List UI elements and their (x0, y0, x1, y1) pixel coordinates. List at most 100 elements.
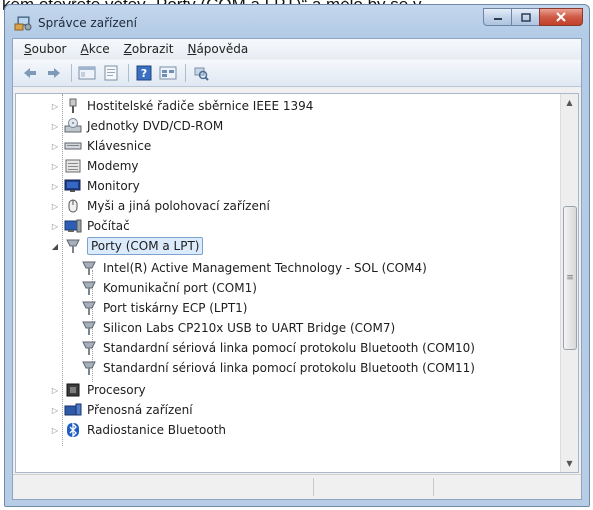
console-tree-button[interactable] (76, 62, 98, 84)
tree-category-dvd[interactable]: ▷ Jednotky DVD/CD-ROM (50, 116, 223, 136)
scan-hardware-button[interactable] (190, 62, 212, 84)
status-bar-divider (433, 478, 434, 496)
tree-device-item[interactable]: Standardní sériová linka pomocí protokol… (80, 358, 475, 378)
device-tree[interactable]: ▷ Hostitelské řadiče sběrnice IEEE 1394 … (15, 93, 579, 473)
back-button[interactable] (19, 62, 41, 84)
tree-category-label: Modemy (87, 159, 139, 173)
scan-hardware-icon (194, 67, 209, 81)
expand-arrow-icon[interactable]: ▷ (50, 426, 60, 435)
port-icon (64, 238, 82, 254)
scroll-thumb[interactable]: ≡ (563, 206, 577, 350)
tree-category-label: Radiostanice Bluetooth (87, 423, 227, 437)
device-manager-window: Správce zařízení Soubor Akce Zobrazit Ná… (4, 4, 590, 507)
collapse-arrow-icon[interactable]: ◢ (50, 242, 60, 251)
maximize-icon (520, 12, 531, 22)
minimize-icon (493, 18, 502, 20)
view-button[interactable] (157, 62, 179, 84)
expand-arrow-icon[interactable]: ▷ (50, 182, 60, 191)
maximize-button[interactable] (511, 8, 539, 26)
expand-arrow-icon[interactable]: ▷ (50, 386, 60, 395)
tree-category-label: Počítač (87, 219, 130, 233)
tree-category-mice[interactable]: ▷ Myši a jiná polohovací zařízení (50, 196, 270, 216)
expand-arrow-icon[interactable]: ▷ (50, 162, 60, 171)
tree-category-monitors[interactable]: ▷ Monitory (50, 176, 140, 196)
tree-category-keyboard[interactable]: ▷ Klávesnice (50, 136, 151, 156)
tree-device-label: Standardní sériová linka pomocí protokol… (103, 341, 475, 355)
close-button[interactable] (539, 8, 583, 26)
title-bar[interactable]: Správce zařízení (5, 5, 589, 39)
tree-category-label: Přenosná zařízení (87, 403, 193, 417)
tree-category-ports[interactable]: ◢ Porty (COM a LPT) (50, 236, 204, 256)
toolbar-separator (185, 64, 186, 82)
menu-view-label: obrazit (131, 42, 174, 56)
tree-category-label: Procesory (87, 383, 146, 397)
minimize-button[interactable] (483, 8, 511, 26)
bluetooth-icon (64, 422, 82, 438)
forward-arrow-icon (48, 68, 60, 78)
properties-button[interactable] (100, 62, 122, 84)
vertical-scrollbar[interactable]: ▲ ≡ ▼ (560, 94, 578, 472)
processor-icon (64, 382, 82, 398)
tree-category-portable[interactable]: ▷ Přenosná zařízení (50, 400, 193, 420)
portable-device-icon (64, 402, 82, 418)
port-icon (80, 340, 98, 356)
expand-arrow-icon[interactable]: ▷ (50, 142, 60, 151)
toolbar: ? (13, 60, 581, 87)
keyboard-icon (64, 138, 82, 154)
properties-icon (104, 65, 118, 81)
tree-category-modems[interactable]: ▷ Modemy (50, 156, 139, 176)
modem-icon (64, 158, 82, 174)
menu-file[interactable]: Soubor (17, 39, 73, 59)
menu-file-accel: S (24, 42, 32, 56)
menu-action-accel: A (80, 42, 89, 56)
tree-category-ieee1394[interactable]: ▷ Hostitelské řadiče sběrnice IEEE 1394 (50, 96, 313, 116)
view-icon (159, 66, 177, 80)
tree-device-item[interactable]: Standardní sériová linka pomocí protokol… (80, 338, 475, 358)
menu-view[interactable]: Zobrazit (117, 39, 181, 59)
tree-category-label: Monitory (87, 179, 140, 193)
tree-category-label: Myši a jiná polohovací zařízení (87, 199, 270, 213)
port-icon (80, 280, 98, 296)
tree-category-label: Jednotky DVD/CD-ROM (87, 119, 224, 133)
svg-text:?: ? (141, 67, 147, 80)
menu-file-label: oubor (31, 42, 67, 56)
client-area: Soubor Akce Zobrazit Nápověda ? ▷ Hostit… (12, 38, 582, 500)
menu-view-accel: Z (123, 42, 132, 56)
menu-bar: Soubor Akce Zobrazit Nápověda (13, 39, 581, 59)
tree-category-bluetooth[interactable]: ▷ Radiostanice Bluetooth (50, 420, 226, 440)
tree-device-item[interactable]: Intel(R) Active Management Technology - … (80, 258, 427, 278)
tree-category-processors[interactable]: ▷ Procesory (50, 380, 146, 400)
console-tree-icon (78, 66, 96, 80)
computer-icon (64, 218, 82, 234)
port-icon (80, 320, 98, 336)
port-icon (80, 260, 98, 276)
tree-device-label: Intel(R) Active Management Technology - … (103, 261, 427, 275)
tree-category-label: Porty (COM a LPT) (87, 237, 204, 255)
menu-help[interactable]: Nápověda (180, 39, 255, 59)
close-icon (556, 12, 566, 22)
toolbar-separator (71, 64, 72, 82)
forward-button[interactable] (43, 62, 65, 84)
help-button[interactable]: ? (133, 62, 155, 84)
status-bar-divider (313, 478, 314, 496)
tree-device-item[interactable]: Silicon Labs CP210x USB to UART Bridge (… (80, 318, 395, 338)
tree-category-computer[interactable]: ▷ Počítač (50, 216, 130, 236)
monitor-icon (64, 178, 82, 194)
expand-arrow-icon[interactable]: ▷ (50, 202, 60, 211)
tree-device-label: Komunikační port (COM1) (103, 281, 257, 295)
window-title: Správce zařízení (38, 16, 137, 30)
scroll-up-arrow-icon[interactable]: ▲ (561, 94, 578, 111)
scroll-down-arrow-icon[interactable]: ▼ (561, 455, 578, 472)
expand-arrow-icon[interactable]: ▷ (50, 102, 60, 111)
expand-arrow-icon[interactable]: ▷ (50, 222, 60, 231)
tree-device-item[interactable]: Port tiskárny ECP (LPT1) (80, 298, 248, 318)
status-bar (13, 474, 581, 499)
help-icon: ? (136, 65, 152, 81)
back-arrow-icon (24, 68, 36, 78)
expand-arrow-icon[interactable]: ▷ (50, 406, 60, 415)
expand-arrow-icon[interactable]: ▷ (50, 122, 60, 131)
port-icon (80, 360, 98, 376)
tree-category-label: Klávesnice (87, 139, 152, 153)
menu-action[interactable]: Akce (73, 39, 116, 59)
tree-device-item[interactable]: Komunikační port (COM1) (80, 278, 257, 298)
